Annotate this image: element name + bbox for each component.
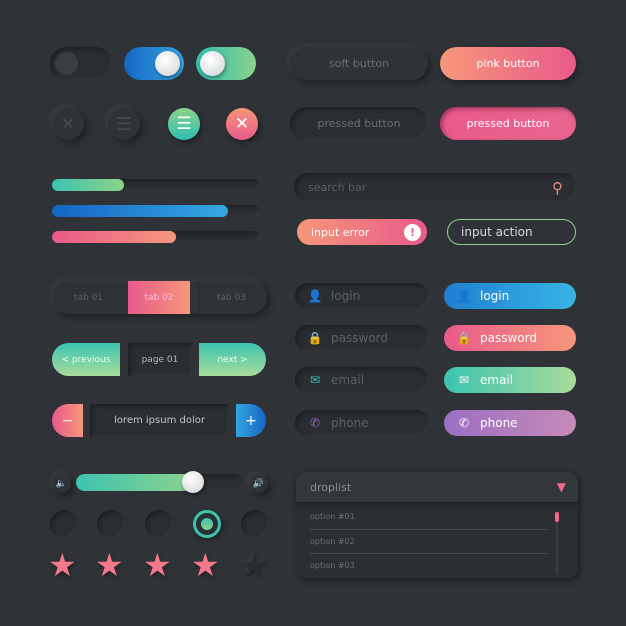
toggle-blue-on[interactable] — [124, 47, 184, 80]
progress-bar-teal — [52, 179, 259, 191]
password-field-active[interactable]: 🔒 password — [444, 325, 576, 351]
volume-icon[interactable]: 🔊 — [249, 474, 268, 493]
close-button-inactive[interactable]: ✕ — [52, 108, 84, 140]
caret-down-icon[interactable]: ▼ — [557, 480, 566, 494]
tab-02[interactable]: tab 02 — [128, 281, 190, 314]
pink-button[interactable]: pink button — [440, 47, 576, 80]
menu-button-inactive[interactable]: ☰ — [108, 108, 140, 140]
search-input[interactable]: search bar — [308, 181, 366, 194]
email-field-active[interactable]: ✉ email — [444, 367, 576, 393]
close-button[interactable]: ✕ — [226, 108, 258, 140]
input-error[interactable]: input error ! — [297, 219, 427, 245]
email-label: email — [480, 373, 514, 387]
toggle-knob — [155, 51, 180, 76]
toggle-green-on[interactable] — [196, 47, 256, 80]
lock-icon: 🔒 — [307, 331, 323, 345]
pressed-pink-button[interactable]: pressed button — [440, 107, 576, 140]
menu-icon: ☰ — [176, 114, 192, 134]
phone-placeholder: phone — [331, 416, 369, 430]
page-indicator: page 01 — [128, 343, 192, 376]
volume-slider[interactable] — [76, 471, 243, 493]
password-label: password — [480, 331, 537, 345]
star-icon[interactable]: ★ — [191, 549, 220, 581]
droplist-label: droplist — [310, 480, 352, 494]
star-icon[interactable]: ★ — [48, 549, 77, 581]
lock-icon: 🔒 — [456, 331, 472, 345]
login-field-active[interactable]: 👤 login — [444, 283, 576, 309]
scrollbar-thumb[interactable] — [555, 512, 559, 522]
droplist-option[interactable]: option #03 — [310, 554, 548, 578]
increment-button[interactable]: + — [236, 404, 266, 437]
radio-button[interactable] — [50, 510, 78, 538]
password-field[interactable]: 🔒 password — [295, 325, 429, 351]
close-icon: ✕ — [60, 113, 76, 135]
droplist-option[interactable]: option #01 — [310, 506, 548, 530]
mute-icon[interactable]: 🔈 — [52, 474, 71, 493]
tab-03[interactable]: tab 03 — [198, 281, 264, 314]
input-action[interactable]: input action — [447, 219, 576, 245]
droplist-header[interactable]: droplist ▼ — [296, 472, 578, 502]
login-label: login — [480, 289, 510, 303]
user-icon: 👤 — [456, 289, 472, 303]
input-action-text: input action — [461, 225, 533, 239]
toggle-knob — [55, 52, 78, 75]
star-icon[interactable]: ★ — [143, 549, 172, 581]
next-button[interactable]: next > — [199, 343, 266, 376]
progress-bar-blue — [52, 205, 259, 217]
radio-button[interactable] — [145, 510, 173, 538]
email-placeholder: email — [331, 373, 365, 387]
envelope-icon: ✉ — [309, 373, 321, 387]
menu-button[interactable]: ☰ — [168, 108, 200, 140]
menu-icon: ☰ — [115, 113, 133, 135]
star-icon[interactable]: ★ — [239, 549, 268, 581]
phone-icon: ✆ — [458, 416, 470, 430]
droplist: droplist ▼ option #01 option #02 option … — [296, 472, 578, 578]
input-error-text: input error — [311, 225, 370, 239]
radio-button[interactable] — [97, 510, 125, 538]
search-bar[interactable]: search bar ⚲ — [294, 173, 577, 202]
previous-button[interactable]: < previous — [52, 343, 120, 376]
toggle-knob — [200, 51, 225, 76]
user-icon: 👤 — [307, 289, 323, 303]
soft-button[interactable]: soft button — [290, 47, 428, 80]
envelope-icon: ✉ — [458, 373, 470, 387]
stepper-value: lorem ipsum dolor — [90, 404, 229, 437]
login-field[interactable]: 👤 login — [295, 283, 429, 309]
progress-bar-pink — [52, 231, 259, 243]
tab-01[interactable]: tab 01 — [55, 281, 122, 314]
droplist-option[interactable]: option #02 — [310, 530, 548, 554]
alert-icon: ! — [404, 223, 421, 241]
pressed-button[interactable]: pressed button — [290, 107, 428, 140]
email-field[interactable]: ✉ email — [295, 367, 429, 393]
decrement-button[interactable]: − — [52, 404, 83, 437]
search-icon[interactable]: ⚲ — [552, 179, 563, 197]
close-icon: ✕ — [234, 114, 250, 134]
phone-field[interactable]: ✆ phone — [295, 410, 429, 436]
slider-thumb[interactable] — [181, 471, 204, 493]
phone-field-active[interactable]: ✆ phone — [444, 410, 576, 436]
phone-label: phone — [480, 416, 518, 430]
login-placeholder: login — [331, 289, 361, 303]
radio-button[interactable] — [193, 510, 221, 538]
password-placeholder: password — [331, 331, 388, 345]
toggle-off[interactable] — [50, 47, 112, 80]
radio-button[interactable] — [241, 510, 269, 538]
star-icon[interactable]: ★ — [95, 549, 124, 581]
droplist-scrollbar[interactable] — [555, 512, 559, 574]
phone-icon: ✆ — [309, 416, 321, 430]
